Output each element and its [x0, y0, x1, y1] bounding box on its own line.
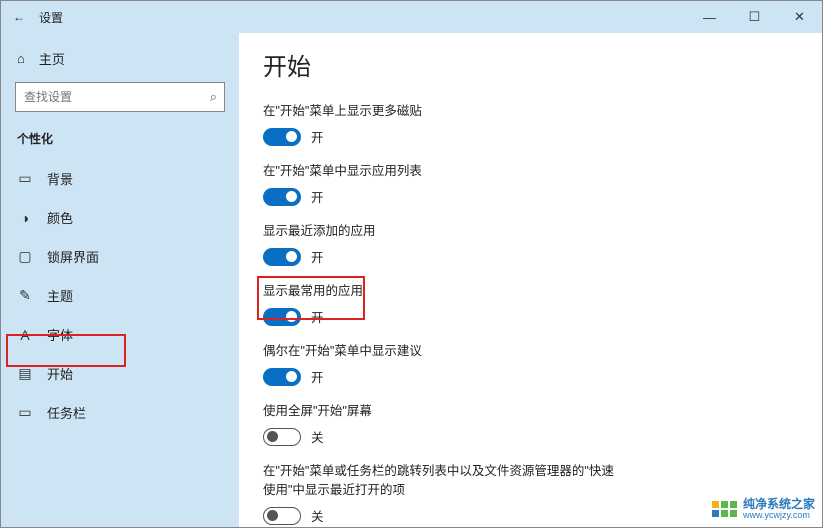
sidebar-category: 个性化: [1, 126, 239, 159]
sidebar-item-label: 锁屏界面: [47, 247, 99, 266]
toggle-more-tiles[interactable]: [263, 128, 301, 146]
toggle-state: 开: [311, 247, 324, 266]
toggle-state: 开: [311, 187, 324, 206]
close-button[interactable]: ✕: [777, 1, 822, 33]
sidebar-item-lockscreen[interactable]: ▢ 锁屏界面: [1, 237, 239, 276]
window-title: 设置: [39, 9, 63, 26]
setting-label: 使用全屏"开始"屏幕: [263, 400, 798, 419]
sidebar-item-label: 开始: [47, 364, 73, 383]
minimize-button[interactable]: —: [687, 1, 732, 33]
sidebar-home[interactable]: ⌂ 主页: [1, 43, 239, 82]
setting-recent-apps: 显示最近添加的应用 开: [263, 220, 798, 266]
sidebar-item-label: 主题: [47, 286, 73, 305]
page-title: 开始: [263, 47, 798, 82]
palette-icon: ◑: [17, 210, 33, 226]
sidebar-item-taskbar[interactable]: ▭ 任务栏: [1, 393, 239, 432]
taskbar-icon: ▭: [17, 404, 33, 421]
toggle-state: 关: [311, 506, 324, 525]
setting-app-list: 在"开始"菜单中显示应用列表 开: [263, 160, 798, 206]
toggle-fullscreen-start[interactable]: [263, 428, 301, 446]
setting-label: 在"开始"菜单中显示应用列表: [263, 160, 798, 179]
setting-fullscreen-start: 使用全屏"开始"屏幕 关: [263, 400, 798, 446]
toggle-suggestions[interactable]: [263, 368, 301, 386]
home-label: 主页: [39, 49, 65, 68]
toggle-state: 开: [311, 127, 324, 146]
sidebar-item-colors[interactable]: ◑ 颜色: [1, 198, 239, 237]
lock-icon: ▢: [17, 248, 33, 265]
sidebar-item-label: 背景: [47, 169, 73, 188]
home-icon: ⌂: [17, 51, 25, 66]
sidebar: ⌂ 主页 ⌕ 个性化 ▭ 背景 ◑ 颜色 ▢ 锁屏界面: [1, 33, 239, 527]
toggle-jumplist[interactable]: [263, 507, 301, 525]
setting-label: 偶尔在"开始"菜单中显示建议: [263, 340, 798, 359]
setting-more-tiles: 在"开始"菜单上显示更多磁贴 开: [263, 100, 798, 146]
font-icon: A: [17, 327, 33, 343]
sidebar-item-label: 任务栏: [47, 403, 86, 422]
toggle-state: 开: [311, 307, 324, 326]
search-icon: ⌕: [210, 89, 217, 105]
setting-jumplist: 在"开始"菜单或任务栏的跳转列表中以及文件资源管理器的"快速使用"中显示最近打开…: [263, 460, 798, 525]
back-button[interactable]: ←: [13, 10, 25, 24]
start-icon: ▤: [17, 365, 33, 382]
sidebar-item-fonts[interactable]: A 字体: [1, 315, 239, 354]
setting-frequent-apps: 显示最常用的应用 开: [263, 280, 798, 326]
setting-suggestions: 偶尔在"开始"菜单中显示建议 开: [263, 340, 798, 386]
content-area: 开始 在"开始"菜单上显示更多磁贴 开 在"开始"菜单中显示应用列表 开 显示最…: [239, 33, 822, 527]
theme-icon: ✎: [17, 287, 33, 304]
setting-label: 显示最近添加的应用: [263, 220, 798, 239]
setting-label: 在"开始"菜单上显示更多磁贴: [263, 100, 798, 119]
search-input[interactable]: [15, 82, 225, 112]
sidebar-item-label: 颜色: [47, 208, 73, 227]
setting-label: 显示最常用的应用: [263, 280, 798, 299]
setting-label: 在"开始"菜单或任务栏的跳转列表中以及文件资源管理器的"快速使用"中显示最近打开…: [263, 460, 623, 498]
sidebar-item-label: 字体: [47, 325, 73, 344]
sidebar-item-themes[interactable]: ✎ 主题: [1, 276, 239, 315]
sidebar-item-start[interactable]: ▤ 开始: [1, 354, 239, 393]
toggle-frequent-apps[interactable]: [263, 308, 301, 326]
toggle-recent-apps[interactable]: [263, 248, 301, 266]
sidebar-item-background[interactable]: ▭ 背景: [1, 159, 239, 198]
toggle-state: 开: [311, 367, 324, 386]
toggle-app-list[interactable]: [263, 188, 301, 206]
picture-icon: ▭: [17, 170, 33, 187]
toggle-state: 关: [311, 427, 324, 446]
titlebar: ← 设置 — ☐ ✕: [1, 1, 822, 33]
maximize-button[interactable]: ☐: [732, 1, 777, 33]
